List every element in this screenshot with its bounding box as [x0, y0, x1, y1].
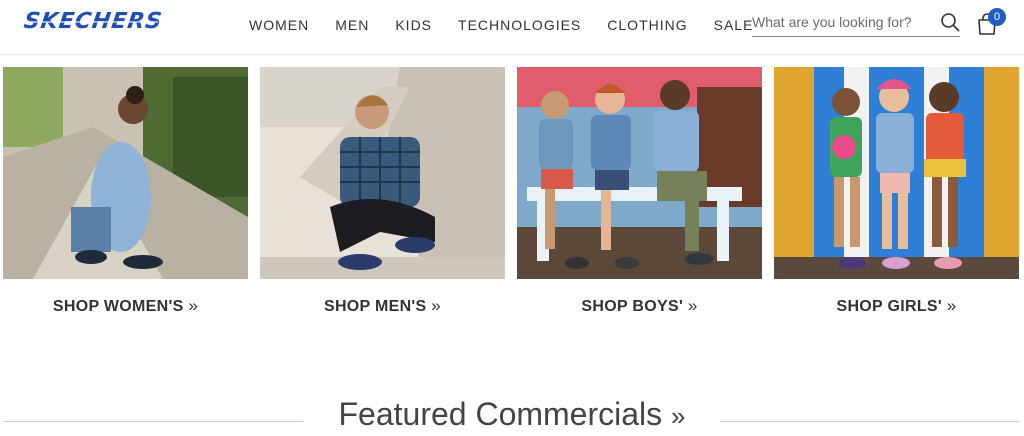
shop-boys-label: SHOP BOYS'	[581, 298, 684, 315]
category-tile-girls[interactable]	[774, 67, 1019, 279]
shop-womens-link[interactable]: SHOP WOMEN'S »	[3, 296, 248, 316]
shop-mens-label: SHOP MEN'S	[323, 298, 427, 315]
divider-right	[720, 421, 1020, 422]
shop-girls-label: SHOP GIRLS'	[836, 298, 942, 315]
category-tile-men[interactable]	[260, 67, 505, 279]
category-tile-women[interactable]	[3, 67, 248, 279]
divider-left	[3, 421, 303, 422]
site-header: SKECHERS WOMEN MEN KIDS TECHNOLOGIES CLO…	[0, 0, 1024, 55]
shop-boys-link[interactable]: SHOP BOYS' »	[517, 296, 762, 316]
chevron-right-icon: »	[671, 401, 686, 431]
main-nav: WOMEN MEN KIDS TECHNOLOGIES CLOTHING SAL…	[249, 17, 753, 33]
nav-item-technologies[interactable]: TECHNOLOGIES	[458, 17, 581, 33]
shop-womens-label: SHOP WOMEN'S	[52, 298, 184, 315]
search-bar	[752, 10, 960, 37]
search-icon[interactable]	[940, 12, 960, 32]
featured-commercials-heading[interactable]: Featured Commercials »	[310, 396, 714, 433]
featured-commercials-label: Featured Commercials	[338, 396, 663, 432]
search-input[interactable]	[752, 10, 932, 34]
nav-item-clothing[interactable]: CLOTHING	[607, 17, 687, 33]
nav-item-sale[interactable]: SALE	[714, 17, 754, 33]
woman-tying-shoe-photo	[3, 67, 248, 279]
chevron-right-icon: »	[946, 296, 957, 315]
shop-mens-link[interactable]: SHOP MEN'S »	[260, 296, 505, 316]
nav-item-women[interactable]: WOMEN	[249, 17, 309, 33]
man-crouching-photo	[260, 67, 505, 279]
category-tile-boys[interactable]	[517, 67, 762, 279]
chevron-right-icon: »	[188, 296, 199, 315]
boys-on-bench-photo	[517, 67, 762, 279]
nav-item-men[interactable]: MEN	[335, 17, 369, 33]
nav-item-kids[interactable]: KIDS	[395, 17, 432, 33]
skechers-logo[interactable]: SKECHERS	[22, 9, 164, 34]
chevron-right-icon: »	[431, 296, 442, 315]
shop-girls-link[interactable]: SHOP GIRLS' »	[774, 296, 1019, 316]
cart-count-badge: 0	[988, 8, 1006, 26]
chevron-right-icon: »	[687, 296, 698, 315]
girls-standing-photo	[774, 67, 1019, 279]
